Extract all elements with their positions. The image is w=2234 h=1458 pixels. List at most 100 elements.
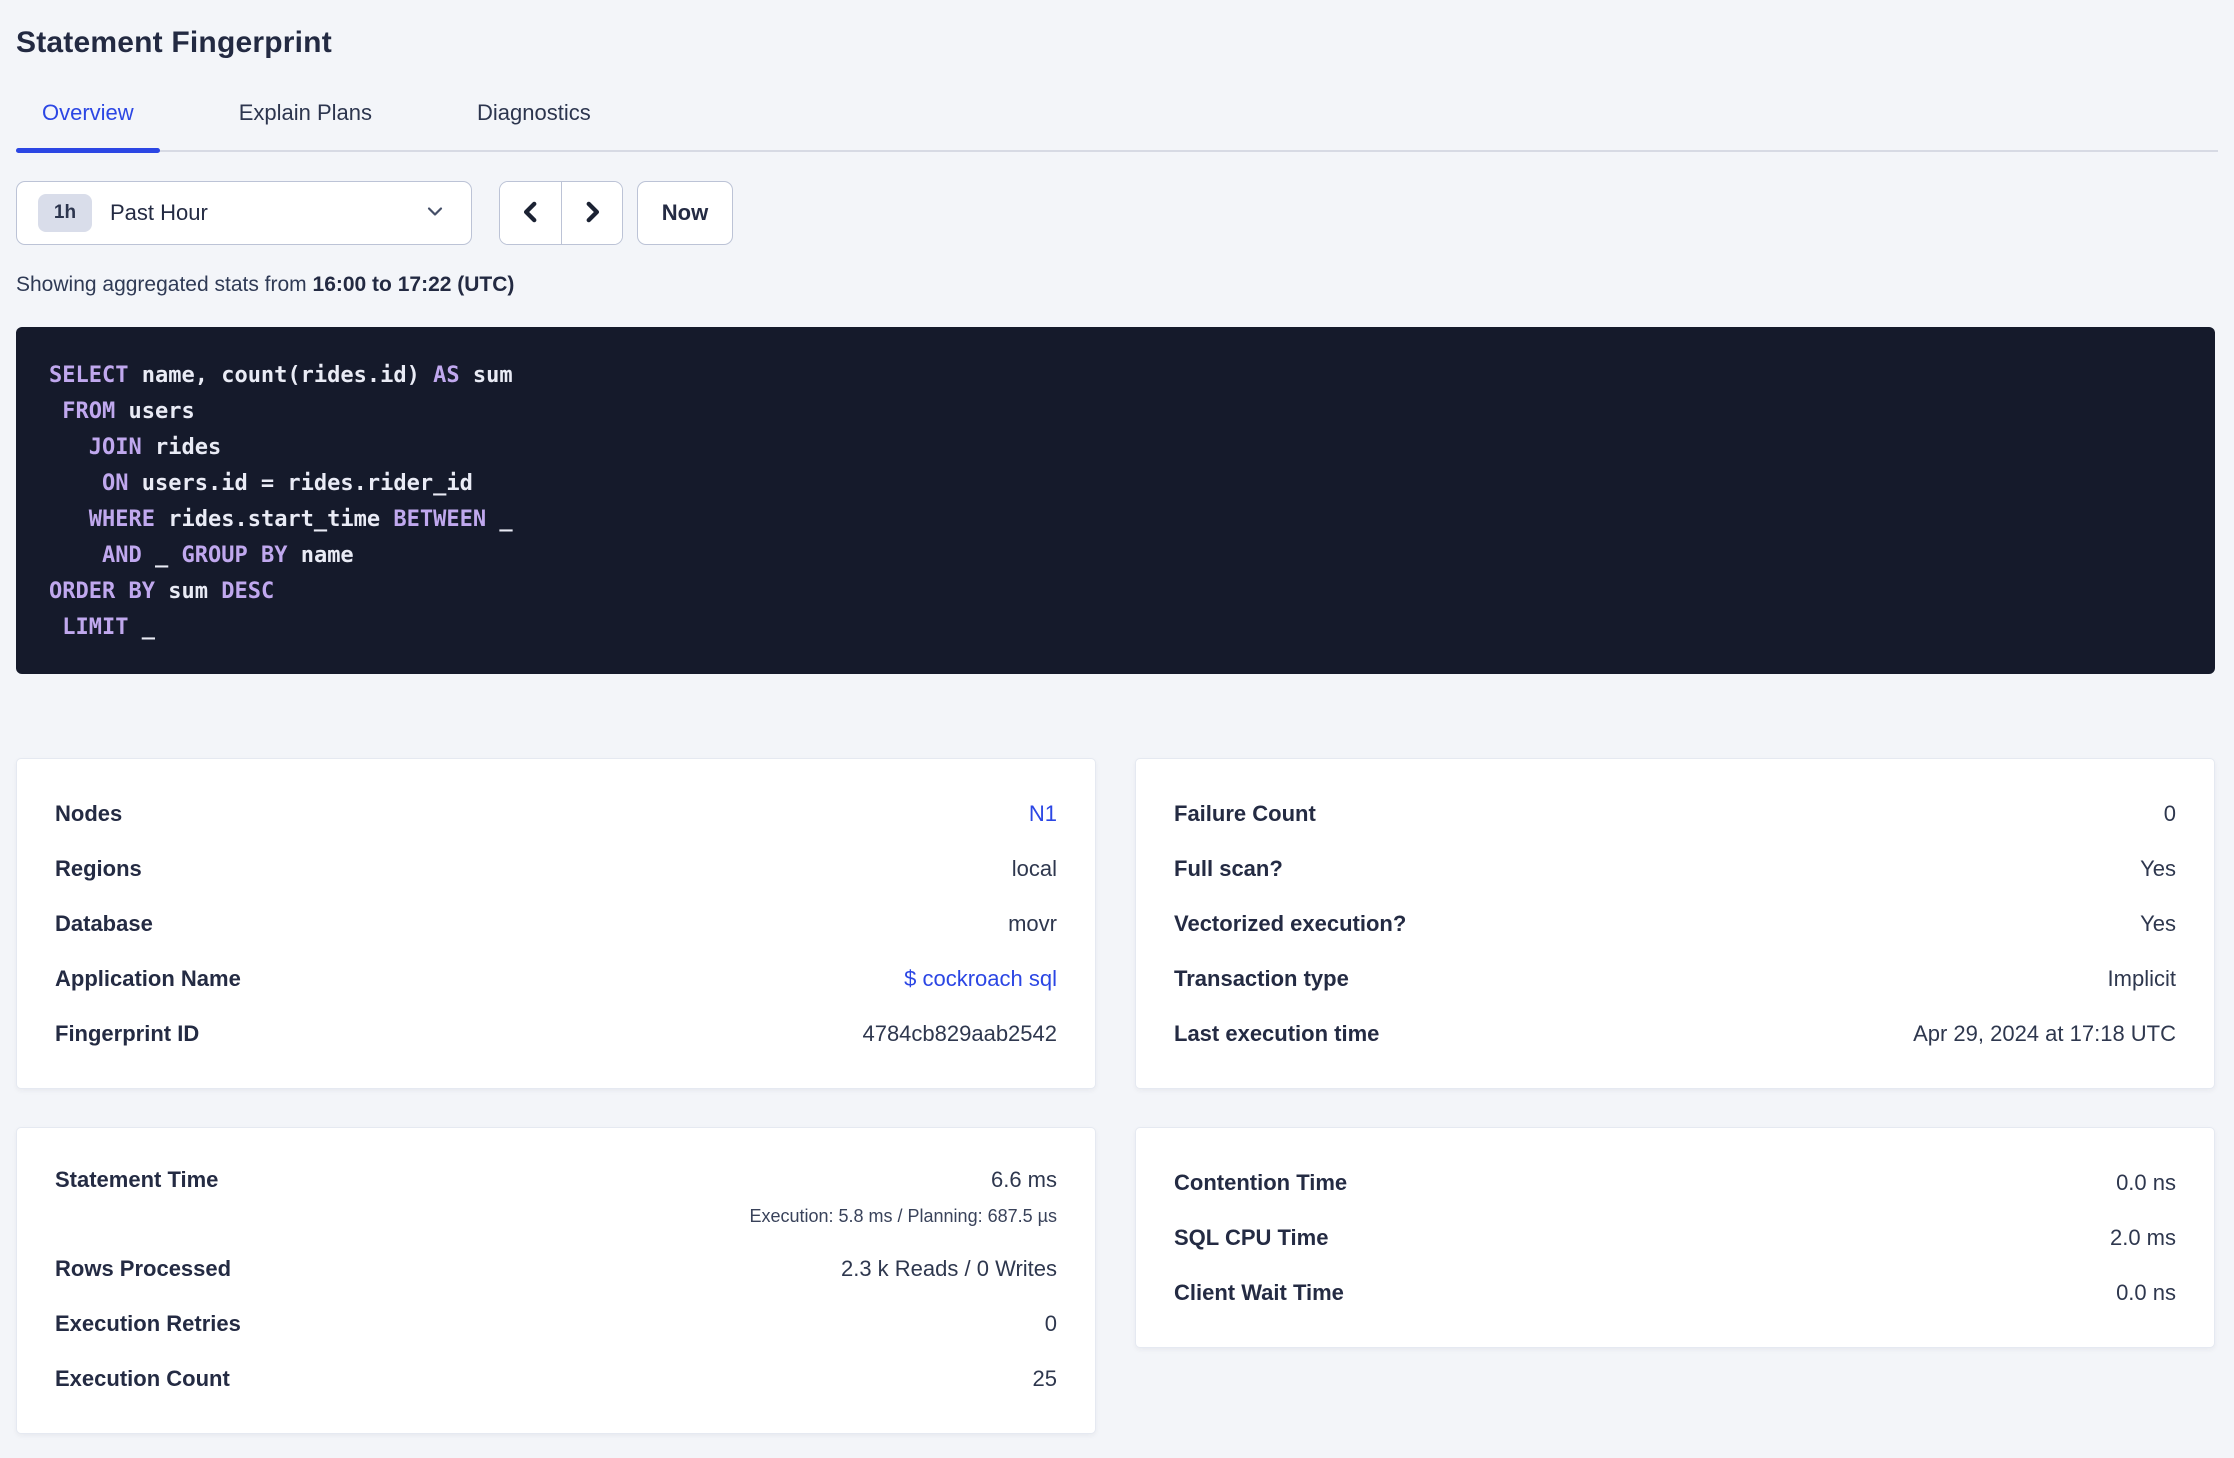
sql-line: SELECT name, count(rides.id) AS sum (49, 358, 2182, 394)
aggregated-stats-caption: Showing aggregated stats from 16:00 to 1… (16, 273, 2218, 297)
stat-row-sql-cpu-time: SQL CPU Time 2.0 ms (1174, 1210, 2176, 1265)
stat-label: Execution Count (55, 1365, 230, 1391)
tab-diagnostics[interactable]: Diagnostics (451, 100, 617, 150)
time-interval-select[interactable]: 1h Past Hour (16, 181, 472, 245)
stat-label: Vectorized execution? (1174, 910, 1407, 936)
stat-row-vectorized-execution: Vectorized execution? Yes (1174, 896, 2176, 951)
stat-row-regions: Regions local (55, 841, 1057, 896)
tab-explain-plans[interactable]: Explain Plans (213, 100, 398, 150)
now-button[interactable]: Now (637, 181, 733, 245)
stat-row-failure-count: Failure Count 0 (1174, 786, 2176, 841)
wait-time-card: Contention Time 0.0 ns SQL CPU Time 2.0 ms C… (1135, 1127, 2215, 1348)
stat-value-wrap: $ cockroach sql (904, 966, 1057, 992)
stat-value-wrap: Yes (2140, 911, 2176, 937)
sql-text: _ (486, 507, 513, 532)
stat-value: Apr 29, 2024 at 17:18 UTC (1913, 1020, 2176, 1046)
sql-line: ORDER BY sum DESC (49, 574, 2182, 610)
stat-value-link[interactable]: N1 (1029, 801, 1057, 827)
stat-value-wrap: 2.0 ms (2110, 1225, 2176, 1251)
stat-value-wrap: 0 (1045, 1311, 1057, 1337)
stat-value-wrap: movr (1008, 911, 1057, 937)
stat-value: 0.0 ns (2116, 1169, 2176, 1195)
stat-value: 0.0 ns (2116, 1279, 2176, 1305)
sql-text: _ (141, 543, 182, 568)
sql-text: rides (141, 435, 222, 460)
sql-text: sum (459, 363, 513, 388)
stat-label: Nodes (55, 800, 123, 826)
sql-line: ON users.id = rides.rider_id (49, 466, 2182, 502)
execution-attributes-card: Failure Count 0 Full scan? Yes Vectorized ex… (1135, 758, 2215, 1089)
stat-value-wrap: 0 (2164, 801, 2176, 827)
sql-keyword: GROUP BY (181, 543, 288, 568)
sql-keyword: FROM (62, 399, 116, 424)
stat-value-wrap: 2.3 k Reads / 0 Writes (841, 1256, 1057, 1282)
stat-value-wrap: 25 (1033, 1366, 1057, 1392)
summary-cards: Nodes N1 Regions local Database movr Applicati… (16, 758, 2218, 1434)
stat-subvalue: Execution: 5.8 ms / Planning: 687.5 µs (749, 1206, 1057, 1226)
sql-line: FROM users (49, 394, 2182, 430)
stat-value-wrap: Implicit (2108, 966, 2176, 992)
stat-label: Fingerprint ID (55, 1020, 200, 1046)
sql-text: rides.start_time (154, 507, 394, 532)
time-interval-label: Past Hour (110, 200, 208, 225)
stat-value: 25 (1032, 1365, 1057, 1391)
stat-row-statement-time: Statement Time 6.6 ms Execution: 5.8 ms / … (55, 1155, 1057, 1241)
sql-keyword: AND (101, 543, 142, 568)
stat-value-wrap: 4784cb829aab2542 (862, 1021, 1057, 1047)
stat-row-transaction-type: Transaction type Implicit (1174, 951, 2176, 1006)
sql-line: AND _ GROUP BY name (49, 538, 2182, 574)
stat-value: 6.6 ms (990, 1167, 1057, 1192)
stat-label: Regions (55, 855, 142, 881)
stat-row-execution-retries: Execution Retries 0 (55, 1296, 1057, 1351)
caption-prefix: Showing aggregated stats from (16, 273, 313, 296)
tab-overview[interactable]: Overview (16, 100, 160, 153)
stat-value-link[interactable]: $ cockroach sql (904, 966, 1057, 992)
next-interval-button[interactable] (561, 182, 622, 244)
stat-row-rows-processed: Rows Processed 2.3 k Reads / 0 Writes (55, 1241, 1057, 1296)
chevron-left-icon (518, 199, 544, 228)
stat-label: Transaction type (1174, 965, 1349, 991)
stat-row-nodes: Nodes N1 (55, 786, 1057, 841)
chevron-down-icon (423, 199, 447, 228)
prev-interval-button[interactable] (500, 182, 561, 244)
stat-label: Client Wait Time (1174, 1279, 1344, 1305)
tab-bar: Overview Explain Plans Diagnostics (16, 100, 2218, 153)
sql-statement-box: SELECT name, count(rides.id) AS sum FROM… (16, 327, 2215, 674)
sql-text: users (115, 399, 195, 424)
sql-keyword: ON (101, 471, 129, 496)
stat-label: Full scan? (1174, 855, 1283, 881)
statement-fingerprint-page: Statement Fingerprint Overview Explain Pl… (0, 0, 2234, 1434)
sql-keyword: BETWEEN (393, 507, 487, 532)
sql-keyword: SELECT (49, 363, 129, 388)
stat-value-wrap: local (1012, 856, 1057, 882)
stat-label: Application Name (55, 965, 241, 991)
stat-value-wrap: 0.0 ns (2116, 1280, 2176, 1306)
sql-text: users.id = rides.rider_id (128, 471, 473, 496)
sql-line: LIMIT _ (49, 610, 2182, 646)
stat-value: 2.0 ms (2109, 1224, 2176, 1250)
stat-label: SQL CPU Time (1174, 1224, 1329, 1250)
stat-value-wrap: Yes (2140, 856, 2176, 882)
sql-text: _ (128, 615, 155, 640)
stat-value-wrap: 6.6 ms Execution: 5.8 ms / Planning: 687.… (749, 1155, 1057, 1227)
stat-value: movr (1008, 910, 1057, 936)
stat-value: 2.3 k Reads / 0 Writes (840, 1255, 1057, 1281)
stat-label: Failure Count (1174, 800, 1316, 826)
stat-label: Statement Time (55, 1167, 219, 1192)
stat-row-full-scan: Full scan? Yes (1174, 841, 2176, 896)
sql-keyword: AS (433, 363, 460, 388)
interval-arrows (499, 181, 623, 245)
stat-row-fingerprint-id: Fingerprint ID 4784cb829aab2542 (55, 1006, 1057, 1061)
stat-value: Implicit (2107, 965, 2176, 991)
stat-value: 4784cb829aab2542 (862, 1020, 1057, 1046)
stat-value-wrap: 0.0 ns (2116, 1170, 2176, 1196)
stat-value: local (1011, 855, 1057, 881)
stat-value: Yes (2140, 910, 2176, 936)
stat-value-wrap: Apr 29, 2024 at 17:18 UTC (1913, 1021, 2176, 1047)
sql-keyword: DESC (221, 579, 275, 604)
stat-row-database: Database movr (55, 896, 1057, 951)
